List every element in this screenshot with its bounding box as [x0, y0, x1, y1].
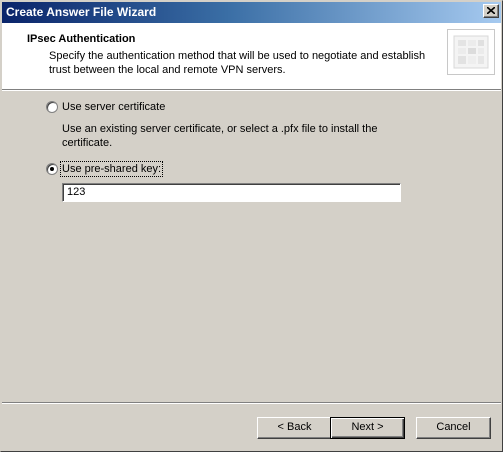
preshared-key-input[interactable]: 123 [62, 183, 401, 202]
server-certificate-label[interactable]: Use server certificate [62, 101, 165, 113]
page-title: IPsec Authentication [27, 33, 136, 45]
back-button[interactable]: < Back [257, 417, 332, 439]
cancel-button[interactable]: Cancel [416, 417, 491, 439]
window-title: Create Answer File Wizard [6, 5, 157, 19]
header-divider [2, 89, 501, 91]
next-button[interactable]: Next > [330, 417, 405, 439]
wizard-window: Create Answer File Wizard IPsec Authenti… [0, 0, 503, 452]
server-certificate-description: Use an existing server certificate, or s… [62, 123, 378, 149]
radio-selected-dot [50, 167, 54, 171]
wizard-header: IPsec Authentication Specify the authent… [2, 23, 501, 89]
preshared-key-label[interactable]: Use pre-shared key: [59, 161, 164, 177]
close-button[interactable] [483, 4, 499, 18]
close-icon [487, 7, 495, 14]
wizard-graphic-icon [447, 29, 495, 75]
title-bar[interactable]: Create Answer File Wizard [2, 2, 501, 23]
preshared-key-radio[interactable] [46, 163, 58, 175]
footer-divider [2, 402, 501, 404]
page-description: Specify the authentication method that w… [49, 50, 426, 76]
server-certificate-radio[interactable] [46, 101, 58, 113]
